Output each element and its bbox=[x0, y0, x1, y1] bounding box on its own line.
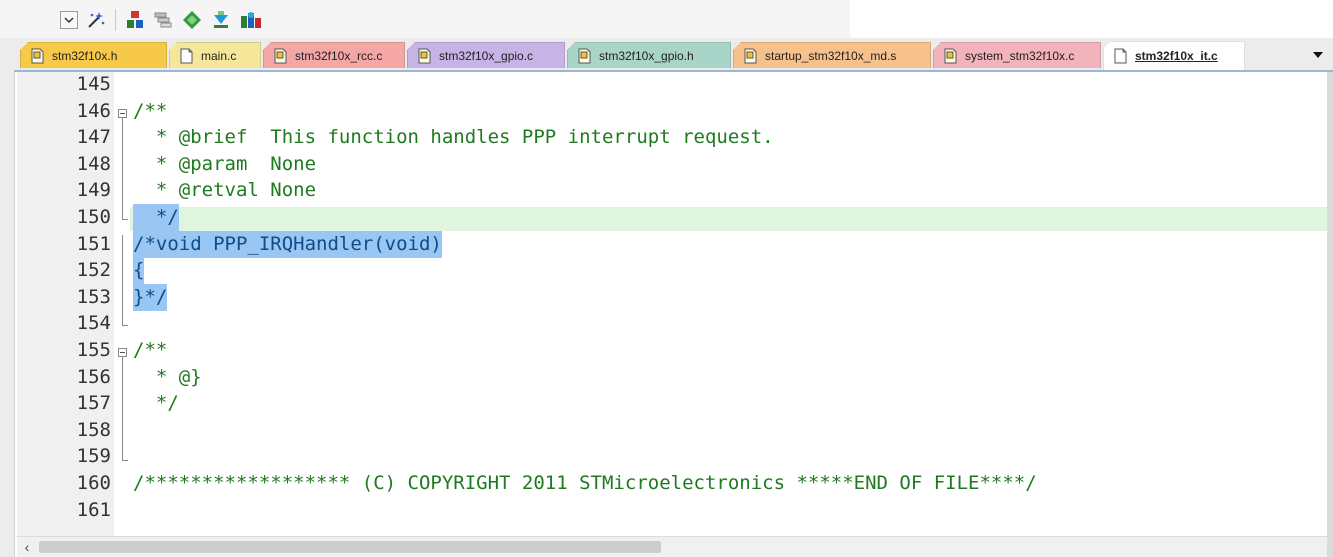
line-number: 153 bbox=[76, 285, 111, 308]
code-text[interactable]: * @} bbox=[133, 364, 202, 391]
line-number: 152 bbox=[76, 259, 111, 282]
tab-main-c[interactable]: main.c bbox=[169, 42, 261, 68]
tab-startup-stm32f10x-md-s[interactable]: startup_stm32f10x_md.s bbox=[733, 42, 931, 68]
insert-icon[interactable] bbox=[124, 9, 146, 31]
tab-stm32f10x-gpio-c[interactable]: stm32f10x_gpio.c bbox=[407, 42, 565, 68]
tab-system-stm32f10x-c[interactable]: system_stm32f10x.c bbox=[933, 42, 1101, 68]
line-number: 148 bbox=[76, 152, 111, 175]
tab-label: startup_stm32f10x_md.s bbox=[765, 48, 897, 63]
diamond-icon[interactable] bbox=[181, 9, 203, 31]
line-number: 146 bbox=[76, 99, 111, 122]
code-text[interactable]: */ bbox=[133, 204, 179, 231]
code-line: 158 bbox=[17, 417, 1327, 444]
code-line: 153 }*/ bbox=[17, 283, 1327, 311]
horizontal-scrollbar[interactable]: ‹ bbox=[17, 536, 1327, 557]
code-text[interactable]: /** bbox=[133, 98, 167, 125]
code-text[interactable]: { bbox=[133, 257, 145, 285]
line-number: 158 bbox=[76, 418, 111, 441]
line-number: 154 bbox=[76, 312, 111, 335]
ide-window: stm32f10x.h main.c stm32f10x_rcc.c stm32… bbox=[0, 0, 1333, 557]
books-icon[interactable] bbox=[240, 9, 262, 31]
c-file-icon bbox=[1114, 48, 1127, 64]
tab-label: stm32f10x.h bbox=[52, 48, 118, 63]
left-panel-edge bbox=[0, 38, 15, 557]
code-line: 160 /****************** (C) COPYRIGHT 201… bbox=[17, 470, 1327, 497]
line-number: 147 bbox=[76, 126, 111, 149]
toolbar-blank-area bbox=[850, 0, 1333, 38]
tab-label: main.c bbox=[201, 48, 237, 63]
line-number: 157 bbox=[76, 392, 111, 415]
code-text[interactable]: }*/ bbox=[133, 283, 168, 311]
code-text[interactable]: * @param None bbox=[133, 151, 316, 178]
header-file-icon bbox=[31, 48, 44, 63]
code-text[interactable]: /****************** (C) COPYRIGHT 2011 S… bbox=[133, 470, 1037, 497]
code-editor[interactable]: 145 146/** 147 * @brief This function hand… bbox=[17, 72, 1327, 536]
line-number: 160 bbox=[76, 472, 111, 494]
code-line: 159 bbox=[17, 443, 1327, 470]
scrollbar-thumb[interactable] bbox=[39, 541, 661, 553]
tab-label: system_stm32f10x.c bbox=[965, 48, 1075, 63]
c-file-icon bbox=[180, 48, 193, 63]
tab-label: stm32f10x_gpio.h bbox=[599, 48, 694, 63]
tab-label: stm32f10x_rcc.c bbox=[295, 48, 383, 63]
header-file-icon bbox=[578, 48, 591, 63]
tab-label: stm32f10x_it.c bbox=[1135, 49, 1218, 63]
tab-stm32f10x-rcc-c[interactable]: stm32f10x_rcc.c bbox=[263, 42, 405, 68]
code-line: 147 * @brief This function handles PPP i… bbox=[17, 124, 1327, 151]
code-text[interactable]: /*void PPP_IRQHandler(void) bbox=[133, 230, 442, 258]
vertical-scroll-edge[interactable] bbox=[1327, 72, 1333, 557]
code-line: 151 /*void PPP_IRQHandler(void) bbox=[17, 230, 1327, 258]
code-text[interactable]: */ bbox=[133, 390, 179, 417]
code-line: 152 { bbox=[17, 257, 1327, 285]
line-number: 155 bbox=[76, 339, 111, 361]
code-line: 161 bbox=[17, 497, 1327, 524]
header-file-icon bbox=[418, 48, 431, 63]
stack-icon[interactable] bbox=[152, 9, 174, 31]
download-icon[interactable] bbox=[210, 9, 232, 31]
line-number: 149 bbox=[76, 179, 111, 202]
code-line: 155 /** bbox=[17, 337, 1327, 364]
line-number: 156 bbox=[76, 365, 111, 388]
tab-list-dropdown-icon[interactable] bbox=[1311, 50, 1325, 60]
tab-stm32f10x-h[interactable]: stm32f10x.h bbox=[20, 42, 167, 68]
header-file-icon bbox=[744, 48, 757, 63]
code-line: 149 * @retval None bbox=[17, 177, 1327, 204]
code-line: 148 * @param None bbox=[17, 151, 1327, 178]
code-line: 146 /** bbox=[17, 98, 1327, 125]
code-text[interactable]: * @brief This function handles PPP inter… bbox=[133, 124, 774, 151]
file-tabbar: stm32f10x.h main.c stm32f10x_rcc.c stm32… bbox=[14, 38, 1333, 72]
toolbar bbox=[0, 0, 850, 39]
scroll-left-arrow-icon[interactable]: ‹ bbox=[21, 540, 33, 554]
line-number: 159 bbox=[76, 445, 111, 468]
code-text[interactable]: /** bbox=[133, 337, 167, 364]
line-number: 151 bbox=[76, 232, 111, 255]
code-line: 150 */ bbox=[17, 204, 1327, 231]
code-line: 157 */ bbox=[17, 390, 1327, 417]
wand-icon[interactable] bbox=[85, 9, 107, 31]
tab-stm32f10x-it-c[interactable]: stm32f10x_it.c bbox=[1103, 41, 1245, 70]
code-line: 154 bbox=[17, 310, 1327, 337]
header-file-icon bbox=[944, 48, 957, 63]
header-file-icon bbox=[274, 48, 287, 63]
toolbar-separator bbox=[115, 9, 116, 31]
dropdown-arrow-icon[interactable] bbox=[58, 9, 80, 31]
line-number: 161 bbox=[76, 498, 111, 521]
line-number: 145 bbox=[76, 73, 111, 95]
code-line: 145 bbox=[17, 72, 1327, 98]
code-text[interactable]: * @retval None bbox=[133, 177, 316, 204]
line-number: 150 bbox=[76, 206, 111, 228]
tab-label: stm32f10x_gpio.c bbox=[439, 48, 534, 63]
tab-stm32f10x-gpio-h[interactable]: stm32f10x_gpio.h bbox=[567, 42, 731, 68]
code-line: 156 * @} bbox=[17, 364, 1327, 391]
